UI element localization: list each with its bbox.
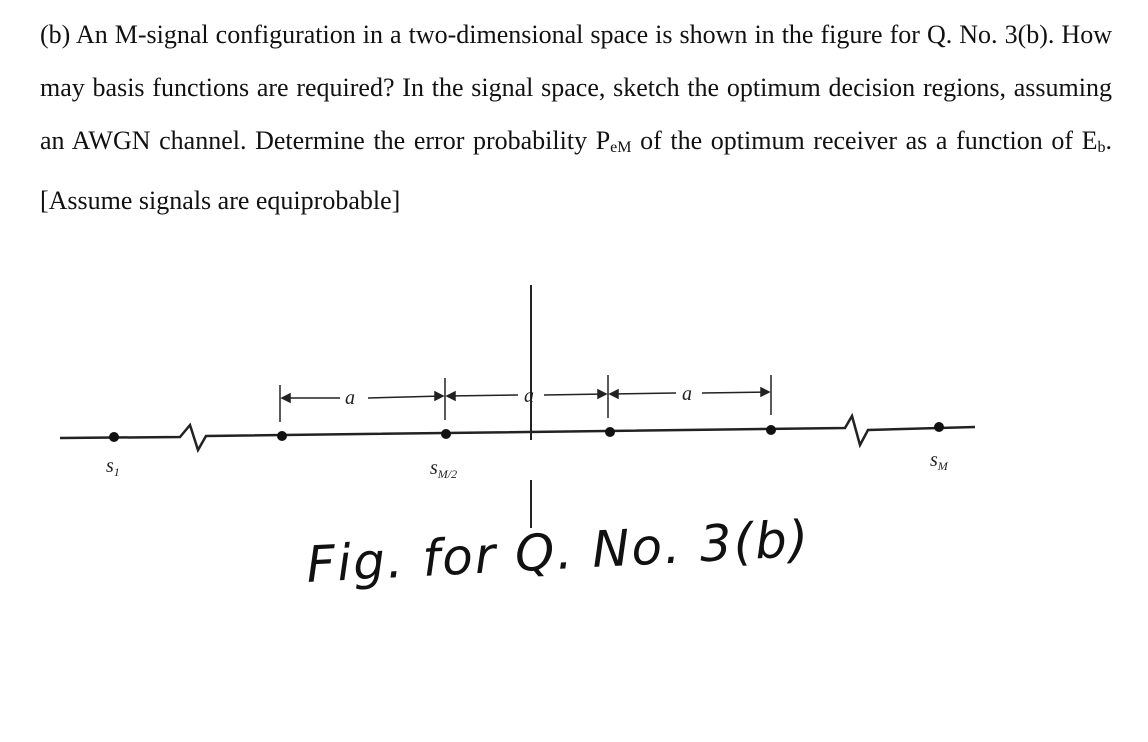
spacing-label: a (682, 383, 692, 405)
signal-axis (59, 412, 976, 454)
spacing-label: a (345, 387, 355, 409)
signal-point (766, 425, 776, 435)
signal-point (277, 431, 287, 441)
signal-point (605, 427, 615, 437)
label-s-m: sM (930, 449, 949, 473)
signal-point (441, 429, 451, 439)
label-s1: s1 (106, 455, 120, 479)
signal-point (109, 432, 119, 442)
signal-constellation-figure: a a a s1 sM/2 sM (59, 285, 976, 528)
label-s-m-half: sM/2 (430, 457, 457, 481)
spacing-label: a (524, 385, 534, 407)
signal-point (934, 422, 944, 432)
